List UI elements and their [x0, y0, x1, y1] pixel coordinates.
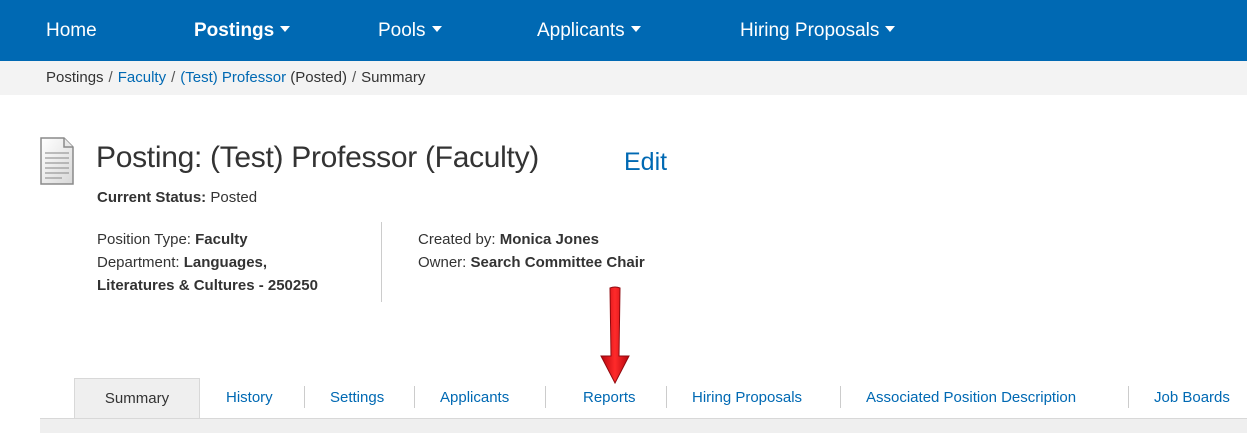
tab-separator — [666, 386, 667, 408]
tab-separator — [840, 386, 841, 408]
breadcrumb-postings: Postings — [46, 69, 104, 86]
nav-applicants[interactable]: Applicants — [537, 0, 641, 61]
breadcrumb-separator: / — [171, 69, 176, 86]
status-label: Current Status: — [97, 189, 207, 206]
tab-hiring-proposals[interactable]: Hiring Proposals — [692, 378, 802, 418]
position-type: Position Type: Faculty — [97, 228, 359, 251]
owner-label: Owner: — [418, 254, 467, 271]
current-status: Current Status: Posted — [97, 189, 257, 206]
tab-history[interactable]: History — [226, 378, 273, 418]
tab-summary-label: Summary — [104, 390, 170, 407]
nav-home-label: Home — [46, 20, 97, 41]
posting-details-left: Position Type: Faculty Department: Langu… — [97, 228, 359, 297]
tab-separator — [414, 386, 415, 408]
created-by-value: Monica Jones — [499, 231, 599, 248]
breadcrumb-separator: / — [351, 69, 357, 86]
tab-content-panel — [40, 418, 1247, 433]
tab-settings-label: Settings — [330, 389, 385, 406]
nav-pools[interactable]: Pools — [378, 0, 442, 61]
tab-separator — [304, 386, 305, 408]
tab-settings[interactable]: Settings — [330, 378, 384, 418]
nav-home[interactable]: Home — [46, 0, 97, 61]
tab-associated-position-description-label: Associated Position Description — [866, 389, 1077, 406]
breadcrumb-summary: Summary — [361, 69, 426, 86]
caret-down-icon — [280, 25, 291, 32]
nav-postings-label: Postings — [194, 20, 275, 41]
nav-postings[interactable]: Postings — [194, 0, 291, 61]
tab-hiring-proposals-label: Hiring Proposals — [692, 389, 803, 406]
nav-pools-label: Pools — [378, 20, 426, 41]
nav-hiring-proposals[interactable]: Hiring Proposals — [740, 0, 896, 61]
breadcrumb-separator: / — [108, 69, 113, 86]
tab-summary[interactable]: Summary — [74, 378, 200, 418]
created-by: Created by: Monica Jones — [418, 228, 645, 251]
breadcrumb-bar: Postings / Faculty / (Test) Professor (Poste… — [0, 61, 1247, 95]
position-type-value: Faculty — [195, 231, 248, 248]
position-type-label: Position Type: — [97, 231, 191, 248]
nav-applicants-label: Applicants — [537, 20, 625, 41]
owner: Owner: Search Committee Chair — [418, 251, 645, 274]
edit-link[interactable]: Edit — [624, 148, 667, 177]
tab-reports-label: Reports — [583, 389, 636, 406]
tab-job-boards[interactable]: Job Boards — [1154, 378, 1230, 418]
nav-hiring-proposals-label: Hiring Proposals — [740, 20, 880, 41]
breadcrumb: Postings / Faculty / (Test) Professor (Poste… — [46, 61, 425, 95]
caret-down-icon — [431, 25, 442, 32]
down-arrow-icon — [600, 286, 630, 385]
caret-down-icon — [630, 25, 641, 32]
tab-job-boards-label: Job Boards — [1154, 389, 1230, 406]
breadcrumb-posted-status: (Posted) — [290, 69, 347, 86]
tab-applicants[interactable]: Applicants — [440, 378, 509, 418]
breadcrumb-posting-link[interactable]: (Test) Professor — [180, 69, 286, 86]
owner-value: Search Committee Chair — [470, 254, 645, 271]
tab-history-label: History — [226, 389, 273, 406]
status-value: Posted — [210, 189, 258, 206]
top-navigation-bar: Home Postings Pools Applicants Hiring Pr… — [0, 0, 1247, 61]
details-divider — [381, 222, 382, 302]
breadcrumb-faculty-link[interactable]: Faculty — [118, 69, 166, 86]
tab-separator — [545, 386, 546, 408]
tab-applicants-label: Applicants — [440, 389, 510, 406]
department-value-line2: Literatures & Cultures - 250250 — [97, 277, 318, 294]
tab-reports[interactable]: Reports — [583, 378, 636, 418]
created-by-label: Created by: — [418, 231, 496, 248]
page-title: Posting: (Test) Professor (Faculty) — [96, 141, 539, 174]
tab-separator — [1128, 386, 1129, 408]
department-label: Department: — [97, 254, 180, 271]
posting-details-right: Created by: Monica Jones Owner: Search C… — [418, 228, 645, 274]
document-icon — [40, 137, 74, 185]
department-value-line1: Languages, — [183, 254, 268, 271]
tab-associated-position-description[interactable]: Associated Position Description — [866, 378, 1076, 418]
caret-down-icon — [885, 25, 896, 32]
department: Department: Languages, Literatures & Cul… — [97, 251, 359, 297]
